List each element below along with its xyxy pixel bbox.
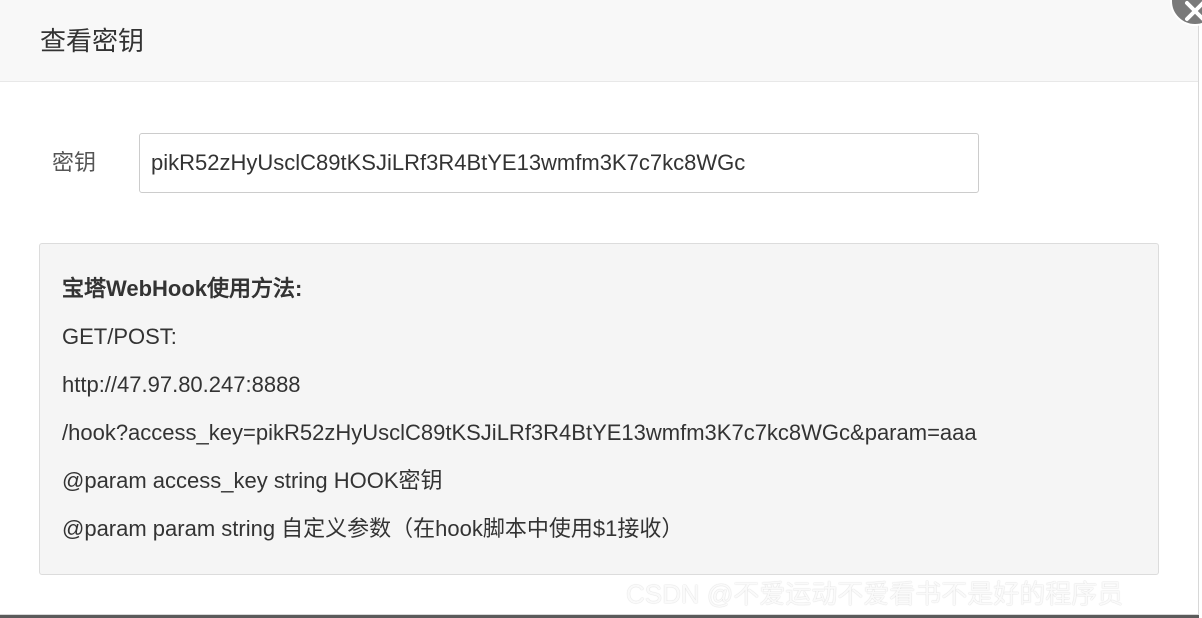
- usage-param-line: @param param string 自定义参数（在hook脚本中使用$1接收…: [62, 516, 684, 541]
- usage-access-key-param-line: @param access_key string HOOK密钥: [62, 468, 443, 493]
- close-icon: [1185, 1, 1202, 21]
- key-input[interactable]: [139, 133, 979, 193]
- dialog-title: 查看密钥: [40, 26, 145, 56]
- dialog-header: 查看密钥: [0, 0, 1198, 82]
- usage-method-line: GET/POST:: [62, 324, 177, 349]
- usage-path-line: /hook?access_key=pikR52zHyUsclC89tKSJiLR…: [62, 420, 977, 445]
- csdn-watermark: CSDN @不爱运动不爱看书不是好的程序员: [626, 579, 1124, 609]
- view-key-dialog: 查看密钥 密钥 宝塔WebHook使用方法: GET/POST: http://…: [0, 0, 1199, 615]
- usage-host-line: http://47.97.80.247:8888: [62, 372, 301, 397]
- webhook-usage-panel: 宝塔WebHook使用方法: GET/POST: http://47.97.80…: [39, 243, 1159, 575]
- key-label: 密钥: [52, 150, 97, 175]
- usage-title: 宝塔WebHook使用方法:: [62, 276, 303, 301]
